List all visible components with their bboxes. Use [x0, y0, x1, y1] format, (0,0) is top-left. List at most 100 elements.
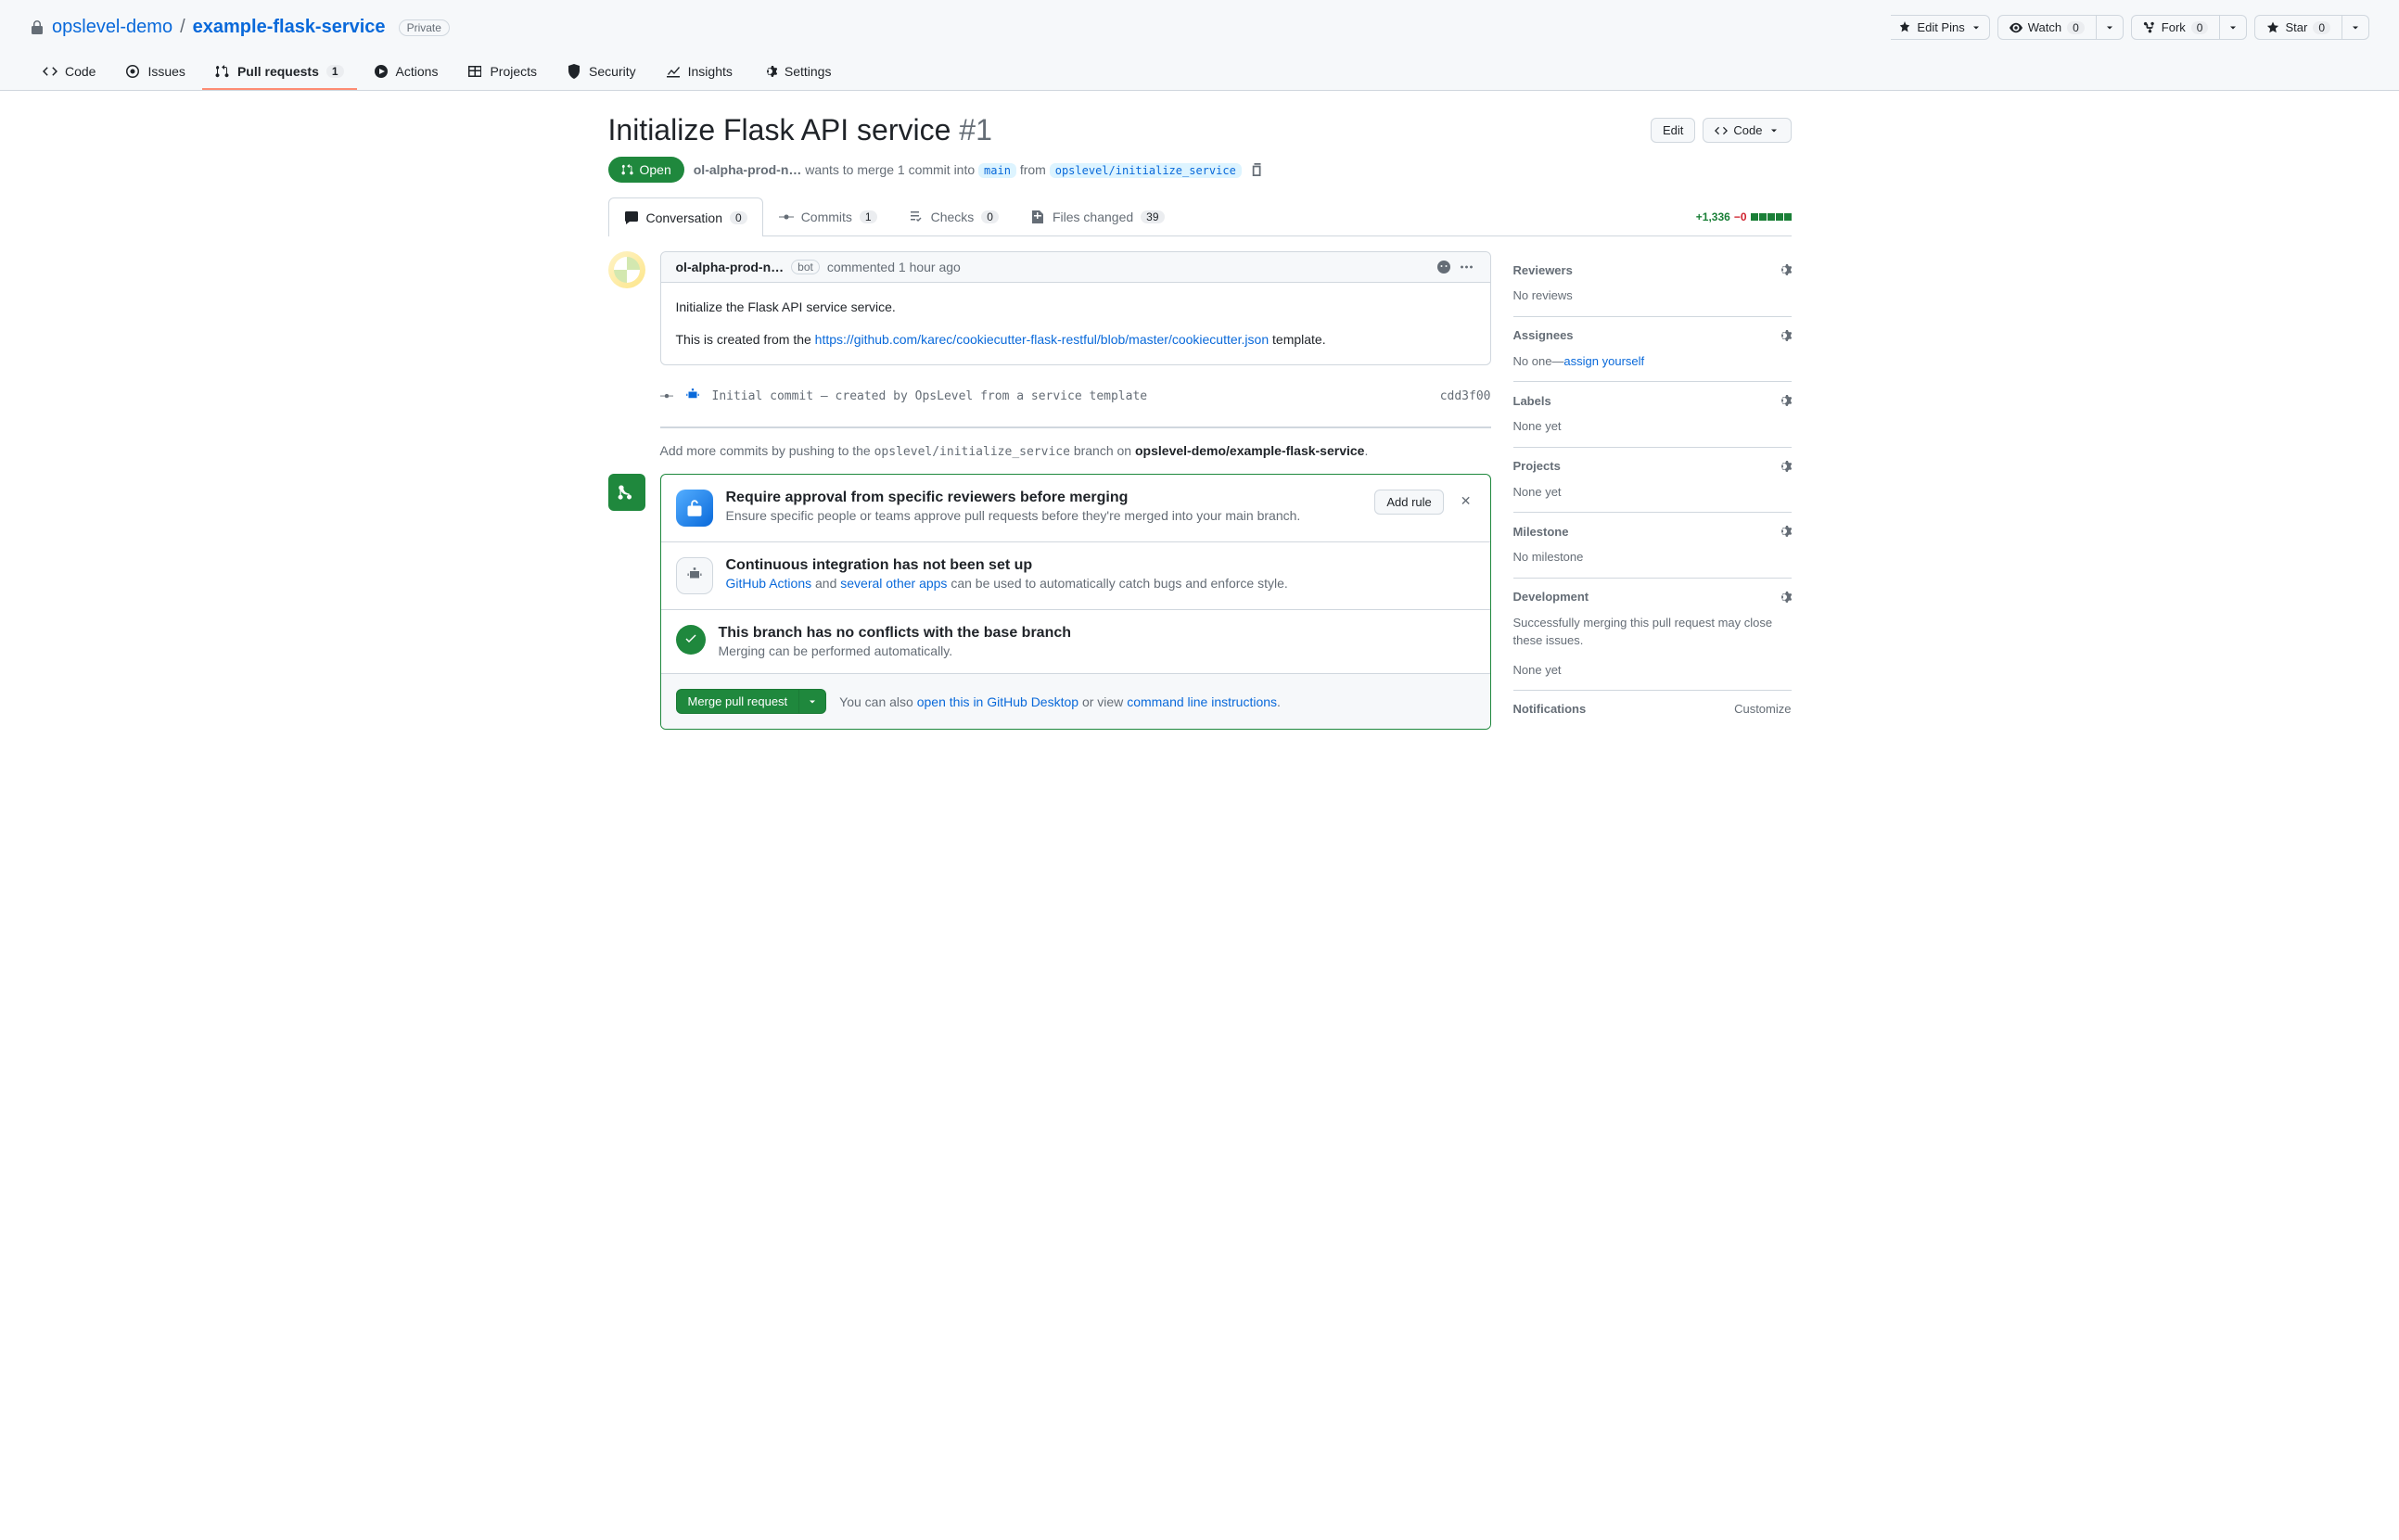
- protect-title: Require approval from specific reviewers…: [726, 490, 1362, 506]
- gear-icon: [762, 64, 777, 79]
- prtab-files[interactable]: Files changed39: [1014, 197, 1180, 235]
- merge-panel: Require approval from specific reviewers…: [660, 474, 1491, 730]
- smile-icon[interactable]: [1436, 260, 1451, 274]
- sidebar-projects: Projects None yet: [1513, 448, 1792, 514]
- caret-down-icon: [2104, 22, 2115, 33]
- sidebar-assignees: Assignees No one—assign yourself: [1513, 317, 1792, 383]
- commit-message[interactable]: Initial commit — created by OpsLevel fro…: [712, 389, 1429, 403]
- gear-icon[interactable]: [1777, 262, 1792, 277]
- caret-down-icon: [2227, 22, 2239, 33]
- avatar[interactable]: [608, 251, 645, 288]
- merge-button[interactable]: Merge pull request: [676, 689, 800, 714]
- ci-desc: GitHub Actions and several other apps ca…: [726, 576, 1475, 591]
- fork-button[interactable]: Fork 0: [2131, 15, 2221, 40]
- merge-footer-text: You can also open this in GitHub Desktop…: [839, 694, 1281, 709]
- tab-code[interactable]: Code: [30, 55, 108, 90]
- sidebar-reviewers: Reviewers No reviews: [1513, 251, 1792, 317]
- add-rule-button[interactable]: Add rule: [1374, 490, 1443, 515]
- comment-icon: [624, 210, 639, 225]
- tab-insights[interactable]: Insights: [653, 55, 746, 90]
- template-link[interactable]: https://github.com/karec/cookiecutter-fl…: [815, 332, 1269, 347]
- repo-owner-link[interactable]: opslevel-demo: [52, 17, 172, 38]
- pr-title: Initialize Flask API service #1: [608, 113, 992, 147]
- tab-issues[interactable]: Issues: [112, 55, 198, 90]
- gear-icon[interactable]: [1777, 393, 1792, 408]
- caret-down-icon: [1768, 125, 1780, 136]
- prtab-conversation[interactable]: Conversation0: [608, 197, 763, 236]
- comment: ol-alpha-prod-n… bot commented 1 hour ag…: [660, 251, 1491, 365]
- comment-time[interactable]: 1 hour ago: [899, 260, 961, 274]
- table-icon: [467, 64, 482, 79]
- assign-yourself-link[interactable]: assign yourself: [1563, 354, 1644, 368]
- pr-icon: [621, 163, 634, 176]
- tab-pull-requests[interactable]: Pull requests1: [202, 55, 357, 90]
- tab-projects[interactable]: Projects: [454, 55, 550, 90]
- commit-icon: [660, 389, 673, 402]
- timeline-divider: [660, 426, 1491, 428]
- branch-protection-icon: [676, 490, 713, 527]
- tab-security[interactable]: Security: [554, 55, 649, 90]
- code-icon: [43, 64, 57, 79]
- ci-title: Continuous integration has not been set …: [726, 557, 1475, 574]
- prtab-checks[interactable]: Checks0: [893, 197, 1014, 235]
- commit-sha[interactable]: cdd3f00: [1440, 389, 1491, 403]
- caret-down-icon: [2350, 22, 2361, 33]
- checklist-icon: [909, 210, 924, 224]
- comment-author[interactable]: ol-alpha-prod-n…: [676, 260, 785, 274]
- comment-text: Initialize the Flask API service service…: [676, 298, 1475, 317]
- gear-icon[interactable]: [1777, 328, 1792, 343]
- lock-icon: [30, 20, 45, 35]
- fork-dropdown[interactable]: [2220, 15, 2247, 40]
- ci-icon: [676, 557, 713, 594]
- pr-icon: [215, 64, 230, 79]
- prtab-commits[interactable]: Commits1: [763, 197, 893, 235]
- star-button[interactable]: Star 0: [2254, 15, 2342, 40]
- customize-link[interactable]: Customize: [1734, 702, 1791, 716]
- merge-status-icon: [608, 474, 645, 511]
- commit-icon: [779, 210, 794, 224]
- watch-dropdown[interactable]: [2097, 15, 2124, 40]
- pr-author[interactable]: ol-alpha-prod-n…: [694, 162, 802, 177]
- repo-name-link[interactable]: example-flask-service: [193, 17, 386, 38]
- bot-avatar-icon[interactable]: [684, 388, 701, 404]
- other-apps-link[interactable]: several other apps: [840, 576, 947, 591]
- edit-pr-button[interactable]: Edit: [1651, 118, 1695, 143]
- gear-icon[interactable]: [1777, 459, 1792, 474]
- code-dropdown-button[interactable]: Code: [1703, 118, 1791, 143]
- star-icon: [2266, 21, 2279, 34]
- filediff-icon: [1030, 210, 1045, 224]
- head-branch[interactable]: opslevel/initialize_service: [1050, 163, 1242, 178]
- kebab-icon[interactable]: [1461, 260, 1475, 274]
- star-dropdown[interactable]: [2342, 15, 2369, 40]
- mergeable-desc: Merging can be performed automatically.: [719, 643, 1475, 658]
- repo-breadcrumb: opslevel-demo / example-flask-service Pr…: [30, 17, 450, 38]
- bot-label: bot: [791, 260, 820, 274]
- sidebar-notifications: NotificationsCustomize: [1513, 691, 1792, 736]
- pr-state-badge: Open: [608, 157, 684, 183]
- gear-icon[interactable]: [1777, 590, 1792, 605]
- merge-dropdown[interactable]: [799, 689, 826, 714]
- sidebar-development: Development Successfully merging this pu…: [1513, 579, 1792, 692]
- edit-pins-button[interactable]: Edit Pins: [1891, 15, 1989, 40]
- tab-actions[interactable]: Actions: [361, 55, 452, 90]
- copy-icon[interactable]: [1251, 163, 1264, 176]
- gha-link[interactable]: GitHub Actions: [726, 576, 812, 591]
- graph-icon: [666, 64, 681, 79]
- fork-icon: [2143, 21, 2156, 34]
- watch-button[interactable]: Watch 0: [1997, 15, 2097, 40]
- base-branch[interactable]: main: [978, 163, 1016, 178]
- dismiss-button[interactable]: ✕: [1457, 490, 1475, 513]
- caret-down-icon: [807, 696, 818, 707]
- pin-icon: [1898, 21, 1911, 34]
- tab-settings[interactable]: Settings: [749, 55, 845, 90]
- visibility-badge: Private: [399, 19, 450, 36]
- cli-instructions-link[interactable]: command line instructions: [1127, 694, 1277, 709]
- caret-down-icon: [1971, 22, 1982, 33]
- diffstat: +1,336 −0: [1696, 210, 1792, 223]
- mergeable-title: This branch has no conflicts with the ba…: [719, 625, 1475, 642]
- open-desktop-link[interactable]: open this in GitHub Desktop: [917, 694, 1078, 709]
- gear-icon[interactable]: [1777, 524, 1792, 539]
- sidebar-labels: Labels None yet: [1513, 382, 1792, 448]
- comment-text: This is created from the https://github.…: [676, 330, 1475, 350]
- eye-icon: [2010, 21, 2023, 34]
